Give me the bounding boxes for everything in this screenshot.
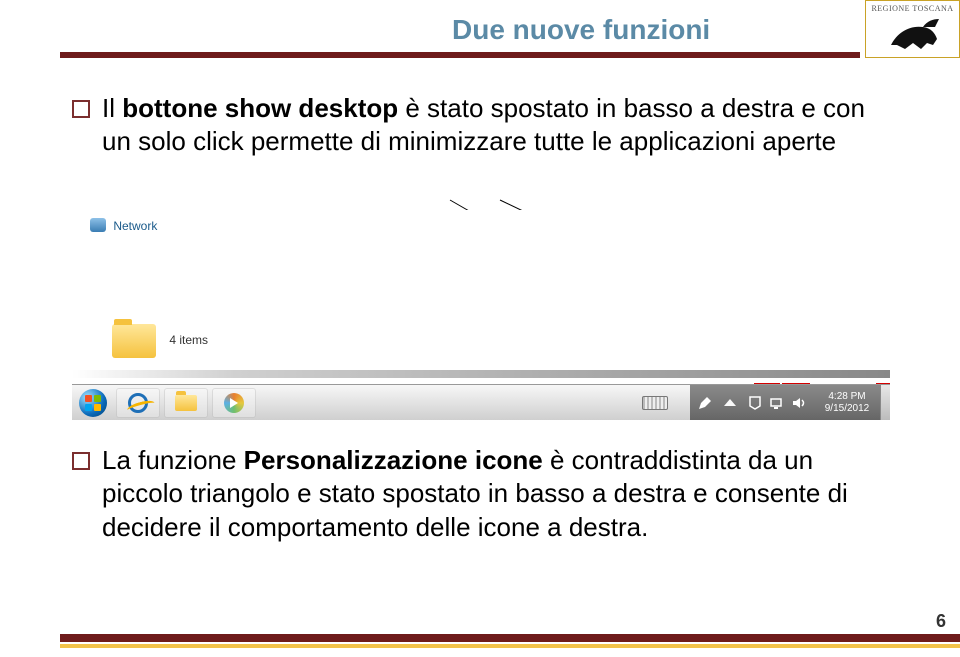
pen-icon[interactable] xyxy=(697,395,713,411)
taskbar-clock[interactable]: 4:28 PM 9/15/2012 xyxy=(814,385,880,420)
windows-screenshot: Network 4 items xyxy=(72,210,890,420)
page-title: Due nuove funzioni xyxy=(452,14,710,46)
bullet-1-bold: bottone show desktop xyxy=(122,93,398,123)
explorer-icon xyxy=(175,395,197,411)
taskbar-media-player-button[interactable] xyxy=(212,388,256,418)
windows-orb-icon xyxy=(79,389,107,417)
title-rule xyxy=(60,52,860,58)
folder-count-label: 4 items xyxy=(169,333,208,347)
taskbar-ie-button[interactable] xyxy=(116,388,160,418)
folder-icon xyxy=(112,324,156,358)
explorer-divider xyxy=(72,370,890,378)
tray-triangle-icon[interactable] xyxy=(724,399,736,406)
ie-icon xyxy=(128,393,148,413)
volume-icon[interactable] xyxy=(791,395,807,411)
bullet-2: La funzione Personalizzazione icone è co… xyxy=(72,444,880,560)
network-icon xyxy=(90,218,106,232)
taskbar-left xyxy=(72,385,258,420)
bullet-1: Il bottone show desktop è stato spostato… xyxy=(72,92,880,175)
system-tray: 4:28 PM 9/15/2012 xyxy=(642,385,890,420)
footer-red-bar xyxy=(60,634,960,642)
network-label: Network xyxy=(113,219,157,233)
tray-dark-zone xyxy=(690,385,814,420)
bullet-2-bold: Personalizzazione icone xyxy=(244,445,543,475)
logo-label: REGIONE TOSCANA xyxy=(866,4,959,13)
action-center-icon[interactable] xyxy=(747,395,763,411)
windows-taskbar: 4:28 PM 9/15/2012 xyxy=(72,384,890,420)
clock-time: 4:28 PM xyxy=(818,391,876,403)
taskbar-explorer-button[interactable] xyxy=(164,388,208,418)
start-button[interactable] xyxy=(72,385,114,421)
pegasus-icon xyxy=(883,15,943,53)
network-item: Network xyxy=(90,218,157,233)
page-number: 6 xyxy=(936,611,946,632)
bullet-1-text-pre: Il xyxy=(102,93,122,123)
network-tray-icon[interactable] xyxy=(769,395,785,411)
keyboard-icon[interactable] xyxy=(642,396,668,410)
footer-yellow-bar xyxy=(60,644,960,648)
folder-status: 4 items xyxy=(112,324,208,358)
bullet-2-text-pre: La funzione xyxy=(102,445,244,475)
regione-toscana-logo: REGIONE TOSCANA xyxy=(865,0,960,58)
clock-date: 9/15/2012 xyxy=(818,403,876,415)
show-desktop-button[interactable] xyxy=(880,385,890,420)
footer xyxy=(0,628,960,652)
media-player-icon xyxy=(224,393,244,413)
